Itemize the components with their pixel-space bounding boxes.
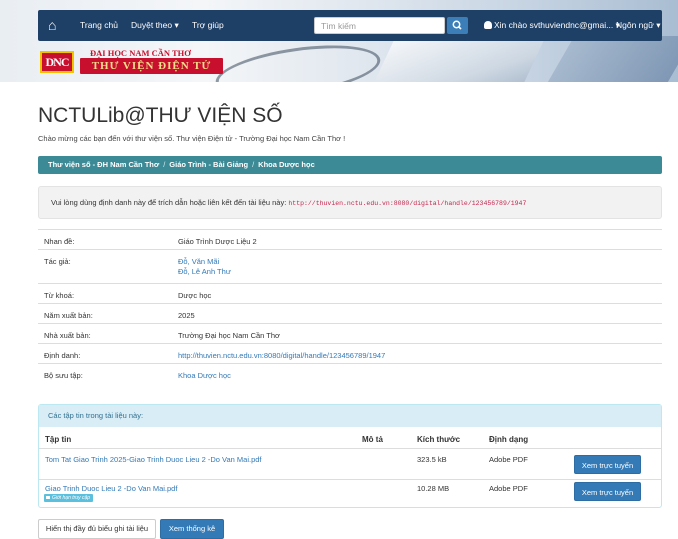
banner-glasses-decoration bbox=[212, 36, 384, 82]
metadata-value: Trường Đại học Nam Cần Thơ bbox=[178, 331, 280, 340]
user-icon bbox=[484, 21, 492, 29]
metadata-value: Dược học bbox=[178, 291, 212, 300]
home-icon[interactable]: ⌂ bbox=[48, 18, 64, 32]
page-subtitle: Chào mừng các bạn đến với thư viện số. T… bbox=[38, 134, 346, 143]
nav-home-link[interactable]: Trang chủ bbox=[80, 20, 118, 30]
metadata-label: Định danh: bbox=[44, 351, 81, 360]
search-button[interactable] bbox=[447, 17, 468, 34]
breadcrumb-item[interactable]: Giáo Trình - Bài Giảng bbox=[169, 160, 248, 169]
logo-university-name: ĐẠI HỌC NAM CẦN THƠ bbox=[90, 48, 191, 58]
user-greeting: Xin chào svthuviendnc@gmai... bbox=[494, 20, 614, 30]
metadata-row-publisher: Nhà xuất bản: Trường Đại học Nam Cần Thơ bbox=[38, 323, 662, 344]
chevron-down-icon: ▾ bbox=[656, 20, 661, 30]
metadata-row-authors: Tác giả: Đỗ, Văn Mãi Đỗ, Lê Anh Thư bbox=[38, 249, 662, 284]
site-logo[interactable]: DNC ĐẠI HỌC NAM CẦN THƠ THƯ VIỆN ĐIỆN TỬ bbox=[38, 47, 223, 75]
file-size: 323.5 kB bbox=[417, 455, 447, 464]
restricted-access-badge: Giới hạn truy cập bbox=[44, 494, 94, 502]
metadata-row-keywords: Từ khoá: Dược học bbox=[38, 283, 662, 304]
view-statistics-button[interactable]: Xem thống kê bbox=[160, 519, 224, 539]
banner-paper-decoration bbox=[366, 40, 544, 82]
logo-library-name: THƯ VIỆN ĐIỆN TỬ bbox=[80, 58, 223, 74]
user-menu[interactable]: Xin chào svthuviendnc@gmai... ▾ bbox=[484, 20, 620, 31]
view-online-button[interactable]: Xem trực tuyến bbox=[574, 482, 641, 501]
breadcrumb: Thư viện số - ĐH Nam Cần Thơ / Giáo Trình … bbox=[38, 156, 662, 174]
metadata-value: Giáo Trình Dược Liệu 2 bbox=[178, 237, 257, 246]
metadata-row-uri: Định danh: http://thuvien.nctu.edu.vn:80… bbox=[38, 343, 662, 364]
metadata-value: 2025 bbox=[178, 311, 195, 320]
language-menu[interactable]: Ngôn ngữ ▾ bbox=[616, 20, 660, 31]
metadata-row-year: Năm xuất bản: 2025 bbox=[38, 303, 662, 324]
search-icon bbox=[452, 20, 462, 30]
restricted-access-label: Giới hạn truy cập bbox=[52, 495, 91, 501]
metadata-label: Bộ sưu tập: bbox=[44, 371, 83, 380]
metadata-label: Tác giả: bbox=[44, 257, 71, 266]
metadata-row-title: Nhan đề: Giáo Trình Dược Liệu 2 bbox=[38, 229, 662, 250]
file-size: 10.28 MB bbox=[417, 484, 450, 493]
column-header-format: Định dạng bbox=[489, 435, 529, 444]
logo-mark: DNC bbox=[40, 51, 74, 73]
citation-url: http://thuvien.nctu.edu.vn:8080/digital/… bbox=[288, 200, 527, 207]
nav-help-link[interactable]: Trợ giúp bbox=[192, 20, 224, 30]
collection-link[interactable]: Khoa Dược học bbox=[178, 371, 231, 380]
column-header-file: Tập tin bbox=[45, 435, 72, 444]
page-title: NCTULib@THƯ VIỆN SỐ bbox=[38, 104, 283, 127]
author-link[interactable]: Đỗ, Lê Anh Thư bbox=[178, 267, 231, 276]
metadata-value: Đỗ, Văn Mãi Đỗ, Lê Anh Thư bbox=[178, 257, 231, 277]
column-header-size: Kích thước bbox=[417, 435, 461, 444]
files-panel-heading: Các tập tin trong tài liệu này: bbox=[39, 405, 661, 427]
metadata-value: http://thuvien.nctu.edu.vn:8080/digital/… bbox=[178, 351, 385, 360]
banner-shadow-decoration bbox=[545, 36, 678, 82]
citation-box: Vui lòng dùng định danh này để trích dẫn… bbox=[38, 186, 662, 219]
table-divider bbox=[39, 479, 661, 480]
file-format: Adobe PDF bbox=[489, 455, 528, 464]
file-link[interactable]: Tom Tat Giao Trinh 2025-Giao Trinh Duoc … bbox=[45, 455, 262, 464]
metadata-label: Từ khoá: bbox=[44, 291, 75, 300]
metadata-label: Năm xuất bản: bbox=[44, 311, 93, 320]
nav-browse-menu[interactable]: Duyệt theo ▾ bbox=[131, 20, 179, 31]
breadcrumb-separator: / bbox=[163, 160, 166, 169]
citation-text: Vui lòng dùng định danh này để trích dẫn… bbox=[51, 198, 287, 207]
language-label: Ngôn ngữ bbox=[616, 20, 654, 30]
breadcrumb-separator: / bbox=[252, 160, 255, 169]
breadcrumb-item[interactable]: Thư viện số - ĐH Nam Cần Thơ bbox=[48, 160, 159, 169]
metadata-label: Nhà xuất bản: bbox=[44, 331, 91, 340]
file-link[interactable]: Giao Trinh Duoc Lieu 2 -Do Van Mai.pdf bbox=[45, 484, 177, 493]
breadcrumb-item[interactable]: Khoa Dược học bbox=[258, 160, 315, 169]
show-full-record-button[interactable]: Hiển thị đầy đủ biểu ghi tài liệu bbox=[38, 519, 156, 539]
column-header-description: Mô tả bbox=[362, 435, 383, 444]
file-format: Adobe PDF bbox=[489, 484, 528, 493]
chevron-down-icon: ▾ bbox=[174, 20, 179, 30]
nav-browse-label: Duyệt theo bbox=[131, 20, 173, 30]
author-link[interactable]: Đỗ, Văn Mãi bbox=[178, 257, 219, 266]
table-divider bbox=[39, 448, 661, 449]
handle-link[interactable]: http://thuvien.nctu.edu.vn:8080/digital/… bbox=[178, 351, 385, 360]
metadata-row-collection: Bộ sưu tập: Khoa Dược học bbox=[38, 363, 662, 384]
metadata-label: Nhan đề: bbox=[44, 237, 75, 246]
top-navbar: ⌂ Trang chủ Duyệt theo ▾ Trợ giúp Tìm ki… bbox=[38, 10, 662, 41]
lock-icon bbox=[46, 496, 50, 499]
view-online-button[interactable]: Xem trực tuyến bbox=[574, 455, 641, 474]
search-input[interactable]: Tìm kiếm bbox=[314, 17, 445, 34]
metadata-value: Khoa Dược học bbox=[178, 371, 231, 380]
files-panel: Các tập tin trong tài liệu này: Tập tin … bbox=[38, 404, 662, 508]
